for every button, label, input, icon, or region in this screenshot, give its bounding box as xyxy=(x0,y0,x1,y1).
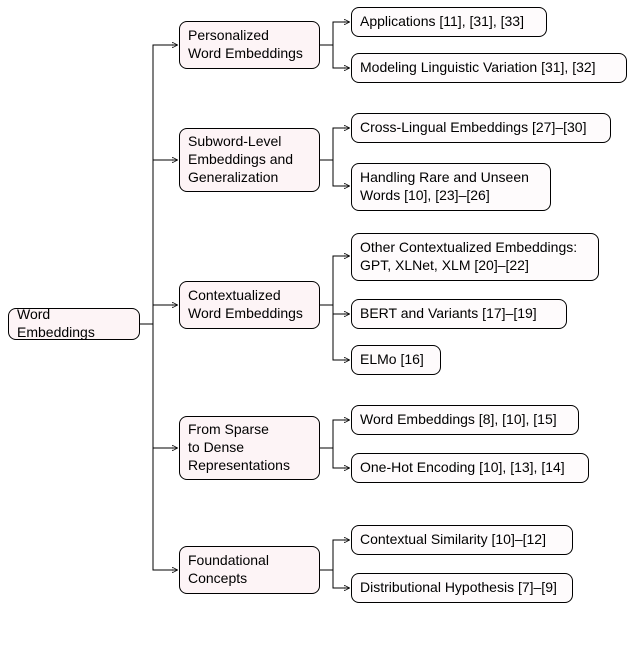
leaf-node: Modeling Linguistic Variation [31], [32] xyxy=(351,53,627,83)
leaf-node: Word Embeddings [8], [10], [15] xyxy=(351,405,579,435)
leaf-node: Contextual Similarity [10]–[12] xyxy=(351,525,573,555)
branch-node: Foundational Concepts xyxy=(179,546,320,594)
branch-node: Subword-Level Embeddings and Generalizat… xyxy=(179,128,320,192)
leaf-node: One-Hot Encoding [10], [13], [14] xyxy=(351,453,589,483)
leaf-node: Distributional Hypothesis [7]–[9] xyxy=(351,573,573,603)
branch-node: Personalized Word Embeddings xyxy=(179,21,320,69)
leaf-node: Other Contextualized Embeddings: GPT, XL… xyxy=(351,233,599,281)
leaf-node: ELMo [16] xyxy=(351,345,441,375)
leaf-node: Handling Rare and Unseen Words [10], [23… xyxy=(351,163,551,211)
diagram-canvas: Word Embeddings Personalized Word Embedd… xyxy=(0,0,640,649)
leaf-node: Cross-Lingual Embeddings [27]–[30] xyxy=(351,113,611,143)
branch-node: From Sparse to Dense Representations xyxy=(179,416,320,480)
leaf-node: Applications [11], [31], [33] xyxy=(351,7,547,37)
branch-node: Contextualized Word Embeddings xyxy=(179,281,320,329)
leaf-node: BERT and Variants [17]–[19] xyxy=(351,299,567,329)
root-node: Word Embeddings xyxy=(8,308,140,340)
